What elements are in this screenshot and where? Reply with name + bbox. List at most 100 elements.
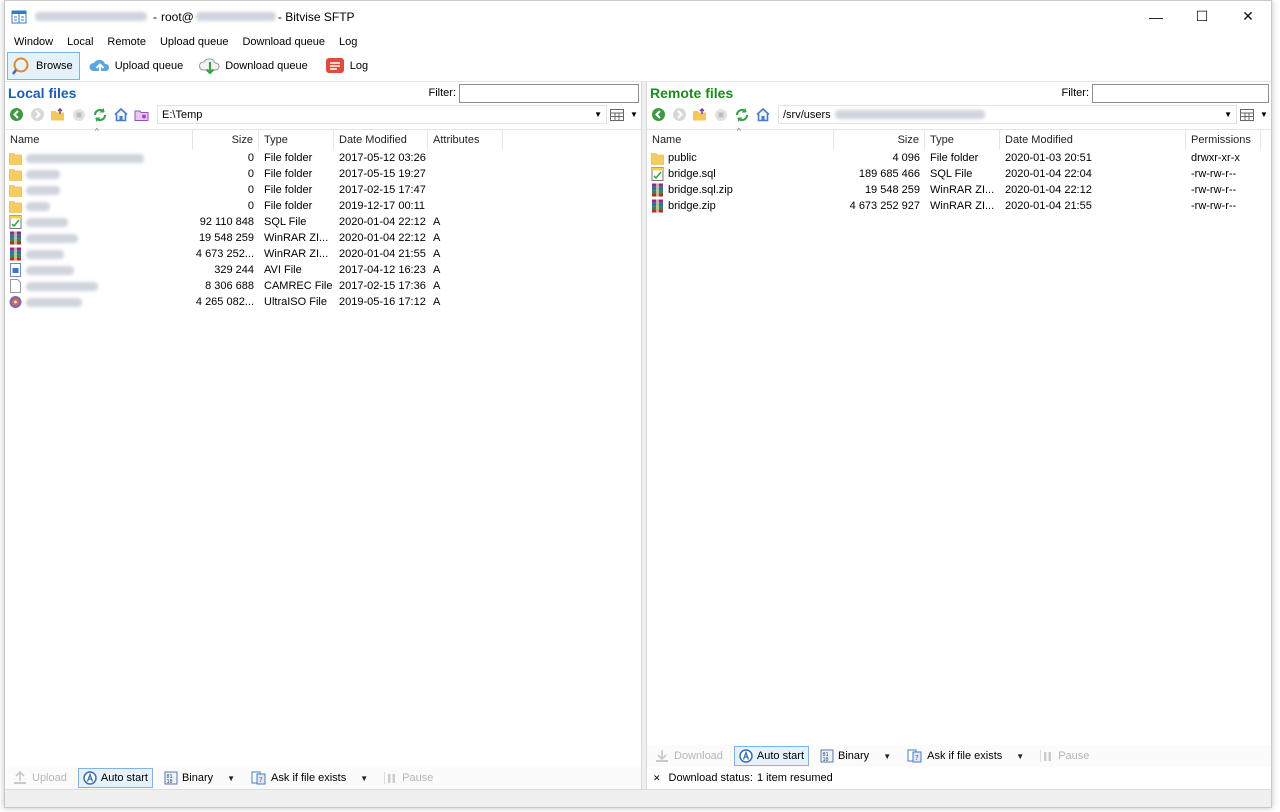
view-grid-icon bbox=[1240, 108, 1255, 121]
browse-button[interactable]: Browse bbox=[7, 52, 80, 80]
back-icon[interactable] bbox=[8, 107, 24, 123]
file-date: 2017-02-15 17:47 bbox=[339, 184, 426, 196]
col-type[interactable]: Type bbox=[259, 130, 334, 150]
maximize-button[interactable]: ☐ bbox=[1179, 1, 1225, 32]
download-queue-button[interactable]: Download queue bbox=[194, 52, 315, 80]
folder-icon bbox=[651, 153, 664, 165]
sql-icon bbox=[9, 215, 22, 229]
parent-folder-icon[interactable] bbox=[692, 107, 708, 123]
home-icon[interactable] bbox=[113, 107, 129, 123]
file-attributes bbox=[428, 150, 503, 166]
table-row[interactable]: bridge.sql 189 685 466 SQL File 2020-01-04 … bbox=[647, 166, 1271, 182]
table-row[interactable]: 19 548 259 WinRAR ZI... 2020-01-04 22:12 A bbox=[5, 230, 641, 246]
col-date[interactable]: Date Modified bbox=[334, 130, 428, 150]
col-name[interactable]: Name bbox=[5, 130, 193, 150]
col-size[interactable]: Size bbox=[193, 130, 259, 150]
table-row[interactable]: public 4 096 File folder 2020-01-03 20:51 dr… bbox=[647, 150, 1271, 166]
col-date[interactable]: Date Modified bbox=[1000, 130, 1186, 150]
stop-icon[interactable] bbox=[713, 107, 729, 123]
table-row[interactable]: 0 File folder 2017-05-12 03:26 bbox=[5, 150, 641, 166]
sort-ascending-icon: ^ bbox=[737, 127, 741, 136]
download-status-value: 1 item resumed bbox=[756, 772, 833, 784]
file-date: 2020-01-04 21:55 bbox=[339, 248, 426, 260]
local-list-header: Name ^ Size Type Date Modified Attribute… bbox=[5, 127, 641, 150]
remote-view-menu[interactable]: ▼ bbox=[1237, 105, 1271, 124]
file-attributes bbox=[428, 198, 503, 214]
forward-icon[interactable] bbox=[671, 107, 687, 123]
download-status-label: Download status: bbox=[668, 772, 753, 784]
table-row[interactable]: 0 File folder 2017-02-15 17:47 bbox=[5, 182, 641, 198]
local-filter-input[interactable] bbox=[459, 83, 639, 103]
table-row[interactable]: bridge.zip 4 673 252 927 WinRAR ZI... 2020-… bbox=[647, 198, 1271, 214]
close-status-icon[interactable]: ✕ bbox=[653, 773, 661, 784]
upload-queue-label: Upload queue bbox=[114, 60, 184, 72]
remote-filter-input[interactable] bbox=[1092, 83, 1269, 103]
local-binary-dropdown[interactable]: 01 10 Binary ▼ bbox=[159, 768, 240, 788]
log-button[interactable]: Log bbox=[319, 52, 375, 80]
back-icon[interactable] bbox=[650, 107, 666, 123]
remote-binary-dropdown[interactable]: 01 10 Binary ▼ bbox=[815, 746, 896, 766]
table-row[interactable]: bridge.sql.zip 19 548 259 WinRAR ZI... 2020… bbox=[647, 182, 1271, 198]
stop-icon[interactable] bbox=[71, 107, 87, 123]
menu-bar: Window Local Remote Upload queue Downloa… bbox=[5, 32, 1271, 51]
local-auto-start-button[interactable]: Auto start bbox=[77, 768, 153, 788]
rar-icon bbox=[10, 231, 21, 245]
redacted-remote-path bbox=[834, 110, 985, 119]
remote-pause-button[interactable]: Pause bbox=[1035, 746, 1094, 766]
file-name: bridge.sql.zip bbox=[647, 182, 834, 198]
svg-text:10: 10 bbox=[166, 779, 172, 785]
menu-log[interactable]: Log bbox=[332, 36, 364, 48]
table-row[interactable]: 0 File folder 2017-05-15 19:27 bbox=[5, 166, 641, 182]
forward-icon[interactable] bbox=[29, 107, 45, 123]
log-icon bbox=[325, 58, 344, 73]
col-type[interactable]: Type bbox=[925, 130, 1000, 150]
table-row[interactable]: 4 673 252... WinRAR ZI... 2020-01-04 21:55… bbox=[5, 246, 641, 262]
upload-button[interactable]: Upload bbox=[7, 768, 72, 788]
chevron-down-icon: ▼ bbox=[360, 773, 369, 783]
file-permissions: -rw-rw-r-- bbox=[1191, 200, 1237, 212]
local-path-field[interactable]: E:\Temp ▼ bbox=[157, 105, 607, 124]
chevron-down-icon[interactable]: ▼ bbox=[594, 110, 602, 119]
file-name: public bbox=[647, 150, 834, 166]
menu-download-queue[interactable]: Download queue bbox=[235, 36, 332, 48]
table-row[interactable]: 0 File folder 2019-12-17 00:11 bbox=[5, 198, 641, 214]
table-row[interactable]: 92 110 848 SQL File 2020-01-04 22:12 A bbox=[5, 214, 641, 230]
col-permissions[interactable]: Permissions bbox=[1186, 130, 1261, 150]
local-view-menu[interactable]: ▼ bbox=[607, 105, 641, 124]
remote-auto-start-button[interactable]: Auto start bbox=[733, 746, 809, 766]
col-size[interactable]: Size bbox=[834, 130, 925, 150]
rar-icon bbox=[652, 199, 663, 213]
chevron-down-icon[interactable]: ▼ bbox=[1224, 110, 1232, 119]
menu-remote[interactable]: Remote bbox=[100, 36, 153, 48]
close-button[interactable]: ✕ bbox=[1225, 1, 1271, 32]
remote-ask-if-exists-dropdown[interactable]: ? Ask if file exists ▼ bbox=[902, 746, 1029, 766]
file-type: WinRAR ZI... bbox=[264, 232, 329, 244]
col-attributes[interactable]: Attributes bbox=[428, 130, 503, 150]
local-ask-if-exists-dropdown[interactable]: ? Ask if file exists ▼ bbox=[246, 768, 373, 788]
parent-folder-icon[interactable] bbox=[50, 107, 66, 123]
local-pause-button[interactable]: Pause bbox=[379, 768, 438, 788]
file-date: 2020-01-04 22:12 bbox=[339, 232, 426, 244]
download-status-bar: ✕ Download status: 1 item resumed bbox=[647, 767, 1271, 789]
title-app: - Bitvise SFTP bbox=[277, 9, 355, 24]
menu-local[interactable]: Local bbox=[60, 36, 100, 48]
menu-window[interactable]: Window bbox=[7, 36, 60, 48]
download-button[interactable]: Download bbox=[649, 746, 728, 766]
bookmark-folder-icon[interactable] bbox=[134, 107, 150, 123]
file-date: 2020-01-04 22:04 bbox=[1005, 168, 1092, 180]
table-row[interactable]: 8 306 688 CAMREC File 2017-02-15 17:36 A bbox=[5, 278, 641, 294]
remote-files-pane: Remote files Filter: /srv/users ▼ ▼ Name… bbox=[647, 82, 1271, 807]
file-size: 92 110 848 bbox=[199, 216, 254, 228]
file-name bbox=[5, 278, 193, 294]
ask-label: Ask if file exists bbox=[927, 750, 1003, 762]
home-icon[interactable] bbox=[755, 107, 771, 123]
menu-upload-queue[interactable]: Upload queue bbox=[153, 36, 236, 48]
table-row[interactable]: 329 244 AVI File 2017-04-12 16:23 A bbox=[5, 262, 641, 278]
avi-icon bbox=[10, 263, 21, 277]
table-row[interactable]: 4 265 082... UltraISO File 2019-05-16 17:1… bbox=[5, 294, 641, 310]
remote-path-field[interactable]: /srv/users ▼ bbox=[778, 105, 1237, 124]
refresh-icon[interactable] bbox=[92, 107, 108, 123]
upload-queue-button[interactable]: Upload queue bbox=[84, 52, 191, 80]
minimize-button[interactable]: — bbox=[1133, 1, 1179, 32]
refresh-icon[interactable] bbox=[734, 107, 750, 123]
